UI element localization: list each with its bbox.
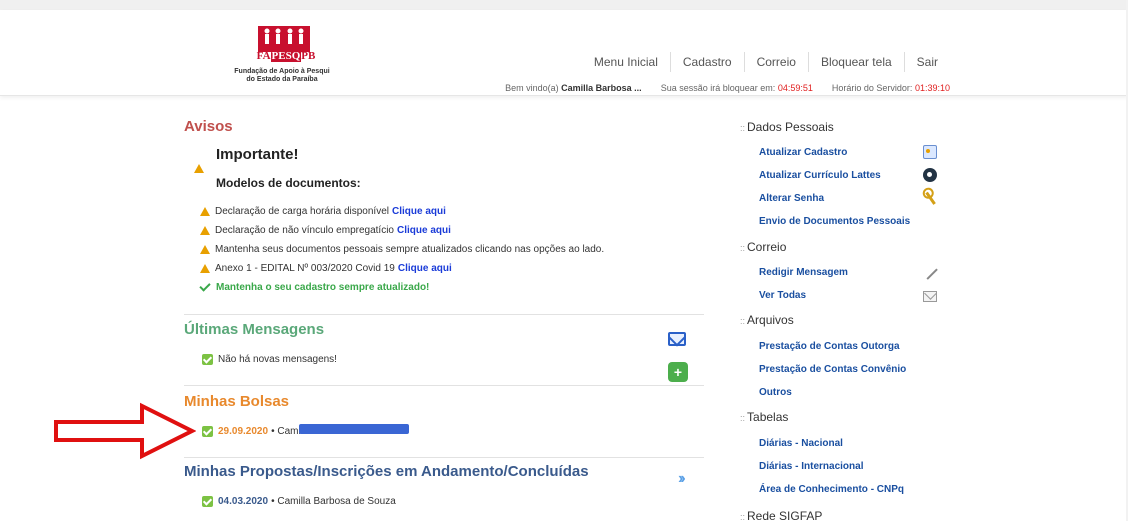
- notice-link[interactable]: Clique aqui: [398, 263, 452, 274]
- sidebar-section-tabelas: :: Tabelas: [740, 410, 789, 424]
- logo-org-name: Fundação de Apoio à Pesqui do Estado da …: [234, 68, 330, 83]
- welcome-prefix: Bem vindo(a): [505, 83, 559, 93]
- check-icon: [202, 354, 213, 365]
- logo-brand: FAPESQPB: [256, 50, 316, 62]
- sidebar-section-dados-pessoais: :: Dados Pessoais: [740, 120, 834, 134]
- server-time: 01:39:10: [914, 83, 950, 93]
- top-strip: [0, 0, 1128, 10]
- notice-item: Mantenha seus documentos pessoais sempre…: [200, 244, 604, 255]
- nav-cadastro[interactable]: Cadastro: [669, 52, 744, 72]
- sidebar-link-envio-documentos[interactable]: Envio de Documentos Pessoais: [759, 216, 910, 227]
- add-icon[interactable]: +: [668, 362, 688, 382]
- nav-sair[interactable]: Sair: [903, 52, 950, 72]
- envelope-icon[interactable]: [923, 291, 937, 302]
- warning-icon: [200, 226, 210, 235]
- nav-correio[interactable]: Correio: [743, 52, 808, 72]
- welcome-user: Camilla Barbosa ...: [561, 83, 642, 93]
- no-messages-item: Não há novas mensagens!: [202, 354, 337, 365]
- logo-figures-icon: [258, 26, 310, 52]
- sidebar-section-correio: :: Correio: [740, 240, 787, 254]
- warning-icon: [194, 164, 204, 173]
- sidebar-link-area-conhecimento[interactable]: Área de Conhecimento - CNPq: [759, 484, 904, 495]
- divider: [184, 457, 704, 458]
- proposta-name: Camilla Barbosa de Souza: [277, 496, 396, 507]
- top-nav: Menu Inicial Cadastro Correio Bloquear t…: [582, 52, 950, 72]
- nav-bloquear-tela[interactable]: Bloquear tela: [807, 52, 904, 72]
- warning-icon: [200, 245, 210, 254]
- page: FAPESQPB Fundação de Apoio à Pesqui do E…: [0, 0, 1128, 521]
- divider: [184, 385, 704, 386]
- lock-label: Sua sessão irá bloquear em:: [660, 83, 776, 93]
- session-info: Bem vindo(a) Camilla Barbosa ... Sua ses…: [505, 83, 950, 93]
- notice-link[interactable]: Clique aqui: [392, 206, 446, 217]
- keep-updated-note: Mantenha o seu cadastro sempre atualizad…: [199, 280, 429, 293]
- divider: [184, 314, 704, 315]
- notice-item: Declaração de carga horária disponível C…: [200, 206, 446, 217]
- important-subtitle: Modelos de documentos:: [216, 176, 361, 190]
- sidebar-section-arquivos: :: Arquivos: [740, 313, 794, 327]
- sidebar-link-diarias-nacional[interactable]: Diárias - Nacional: [759, 438, 843, 449]
- notice-item: Anexo 1 - EDITAL Nº 003/2020 Covid 19 Cl…: [200, 263, 452, 274]
- header: FAPESQPB Fundação de Apoio à Pesqui do E…: [0, 10, 1128, 96]
- mensagens-title: Últimas Mensagens: [184, 321, 325, 338]
- annotation-arrow: [54, 402, 196, 460]
- pen-icon[interactable]: [922, 264, 938, 280]
- check-icon: [202, 496, 213, 507]
- important-title: Importante!: [216, 146, 299, 163]
- nav-menu-inicial[interactable]: Menu Inicial: [582, 52, 670, 72]
- avisos-title: Avisos: [184, 118, 233, 135]
- server-label: Horário do Servidor:: [831, 83, 913, 93]
- mail-icon[interactable]: [668, 332, 686, 346]
- sidebar-section-rede-sigfap: :: Rede SIGFAP: [740, 509, 823, 521]
- sidebar-link-diarias-internacional[interactable]: Diárias - Internacional: [759, 461, 863, 472]
- notice-item: Declaração de não vínculo empregatício C…: [200, 225, 451, 236]
- sidebar-link-atualizar-cadastro[interactable]: Atualizar Cadastro: [759, 147, 847, 158]
- notice-link[interactable]: Clique aqui: [397, 225, 451, 236]
- sidebar-link-ver-todas[interactable]: Ver Todas: [759, 290, 806, 301]
- proposta-item[interactable]: 04.03.2020 • Camilla Barbosa de Souza: [202, 496, 396, 507]
- double-chevron-icon[interactable]: ››: [678, 470, 685, 488]
- proposta-date: 04.03.2020: [218, 496, 269, 507]
- lock-time: 04:59:51: [777, 83, 813, 93]
- key-icon[interactable]: [925, 191, 937, 205]
- sidebar-link-outros[interactable]: Outros: [759, 387, 792, 398]
- sidebar-link-alterar-senha[interactable]: Alterar Senha: [759, 193, 824, 204]
- sidebar-link-contas-outorga[interactable]: Prestação de Contas Outorga: [759, 341, 900, 352]
- sidebar-link-redigir-mensagem[interactable]: Redigir Mensagem: [759, 267, 848, 278]
- logo[interactable]: FAPESQPB Fundação de Apoio à Pesqui do E…: [218, 26, 346, 90]
- bolsa-item[interactable]: 29.09.2020 • Camilla Barbosa de Souza: [202, 424, 409, 437]
- warning-icon: [200, 207, 210, 216]
- id-card-icon[interactable]: [923, 145, 937, 159]
- check-icon: [202, 426, 213, 437]
- lattes-icon[interactable]: [923, 168, 937, 182]
- propostas-title: Minhas Propostas/Inscrições em Andamento…: [184, 463, 589, 480]
- sidebar-link-contas-convenio[interactable]: Prestação de Contas Convênio: [759, 364, 906, 375]
- bolsas-title: Minhas Bolsas: [184, 393, 290, 410]
- bolsa-date: 29.09.2020: [218, 426, 269, 437]
- check-icon: [199, 280, 211, 292]
- warning-icon: [200, 264, 210, 273]
- sidebar-link-curriculo-lattes[interactable]: Atualizar Currículo Lattes: [759, 170, 881, 181]
- redaction-mark: [299, 424, 409, 434]
